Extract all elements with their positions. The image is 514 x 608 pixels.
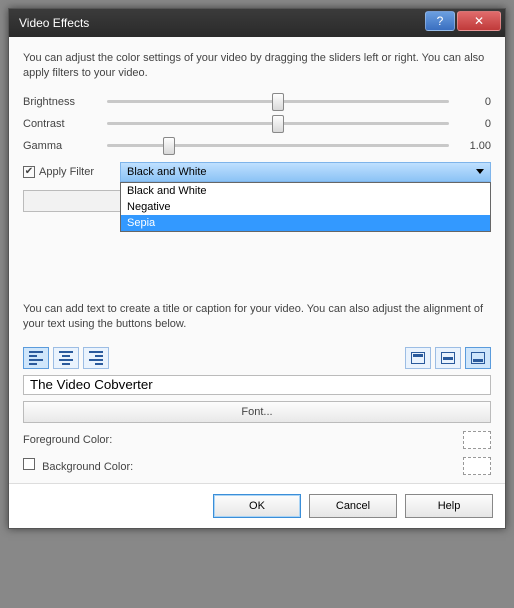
color-settings-description: You can adjust the color settings of you… — [23, 51, 491, 82]
video-effects-dialog: Video Effects ? ✕ You can adjust the col… — [8, 8, 506, 529]
background-color-swatch[interactable] — [463, 457, 491, 475]
contrast-label: Contrast — [23, 118, 97, 130]
foreground-color-row: Foreground Color: — [23, 431, 491, 449]
filter-dropdown[interactable]: Black and White — [120, 162, 491, 182]
valign-bottom-icon — [471, 352, 485, 364]
filter-option[interactable]: Negative — [121, 199, 490, 215]
chevron-down-icon — [476, 169, 484, 174]
window-buttons: ? ✕ — [423, 11, 501, 31]
close-icon[interactable]: ✕ — [457, 11, 501, 31]
alignment-row — [23, 347, 491, 369]
valign-middle-icon — [441, 352, 455, 364]
apply-filter-row: ✔ Apply Filter Black and White Black and… — [23, 162, 491, 182]
background-color-checkbox[interactable] — [23, 458, 35, 470]
slider-thumb-icon[interactable] — [272, 115, 284, 133]
brightness-row: Brightness 0 — [23, 96, 491, 108]
valign-bottom-button[interactable] — [465, 347, 491, 369]
align-right-button[interactable] — [83, 347, 109, 369]
foreground-color-swatch[interactable] — [463, 431, 491, 449]
slider-thumb-icon[interactable] — [163, 137, 175, 155]
filter-combo-wrap: Black and White Black and WhiteNegativeS… — [120, 162, 491, 182]
dialog-body: You can adjust the color settings of you… — [9, 37, 505, 483]
filter-option[interactable]: Black and White — [121, 183, 490, 199]
background-color-container: Background Color: — [23, 458, 133, 473]
filter-dropdown-list: Black and WhiteNegativeSepia — [120, 182, 491, 232]
text-description: You can add text to create a title or ca… — [23, 302, 491, 333]
align-left-icon — [29, 351, 43, 365]
gamma-value: 1.00 — [459, 140, 491, 152]
vertical-align-group — [405, 347, 491, 369]
window-title: Video Effects — [19, 16, 89, 30]
font-button[interactable]: Font... — [23, 401, 491, 423]
cancel-button[interactable]: Cancel — [309, 494, 397, 518]
background-color-row: Background Color: — [23, 457, 491, 475]
filter-option[interactable]: Sepia — [121, 215, 490, 231]
contrast-value: 0 — [459, 118, 491, 130]
align-left-button[interactable] — [23, 347, 49, 369]
apply-filter-checkbox[interactable]: ✔ — [23, 166, 35, 178]
text-section: You can add text to create a title or ca… — [23, 302, 491, 475]
background-color-label: Background Color: — [42, 461, 133, 473]
align-center-icon — [59, 351, 73, 365]
brightness-label: Brightness — [23, 96, 97, 108]
slider-thumb-icon[interactable] — [272, 93, 284, 111]
valign-top-icon — [411, 352, 425, 364]
help-button[interactable]: Help — [405, 494, 493, 518]
text-align-group — [23, 347, 109, 369]
contrast-slider[interactable] — [107, 122, 449, 125]
gamma-slider[interactable] — [107, 144, 449, 147]
ok-button[interactable]: OK — [213, 494, 301, 518]
titlebar[interactable]: Video Effects ? ✕ — [9, 9, 505, 37]
apply-filter-label: Apply Filter — [39, 166, 94, 178]
foreground-color-label: Foreground Color: — [23, 434, 112, 446]
filter-selected-value: Black and White — [127, 166, 206, 178]
valign-top-button[interactable] — [405, 347, 431, 369]
align-center-button[interactable] — [53, 347, 79, 369]
contrast-row: Contrast 0 — [23, 118, 491, 130]
brightness-value: 0 — [459, 96, 491, 108]
valign-middle-button[interactable] — [435, 347, 461, 369]
align-right-icon — [89, 351, 103, 365]
dialog-button-row: OK Cancel Help — [9, 483, 505, 528]
brightness-slider[interactable] — [107, 100, 449, 103]
help-icon[interactable]: ? — [425, 11, 455, 31]
caption-input[interactable] — [23, 375, 491, 395]
gamma-label: Gamma — [23, 140, 97, 152]
gamma-row: Gamma 1.00 — [23, 140, 491, 152]
